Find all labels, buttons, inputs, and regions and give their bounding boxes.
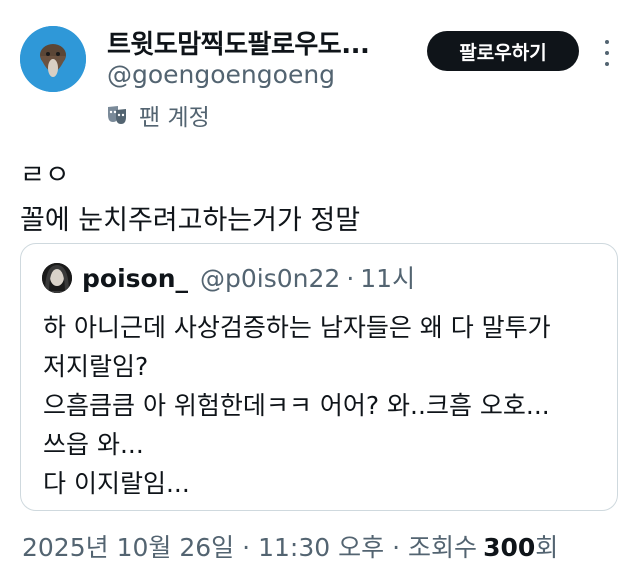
quoted-avatar <box>42 263 72 293</box>
views-label: 조회수 <box>408 533 478 562</box>
more-dot-icon <box>605 40 609 44</box>
quoted-text-line: 저지랄임? <box>43 352 149 381</box>
meta-separator: · <box>392 533 401 562</box>
display-name[interactable]: 트윗도맘찍도팔로우도... <box>107 24 370 61</box>
quoted-text-line: 으흠큼큼 아 위험한데ㅋㅋ 어어? 와..크흠 오호... <box>43 391 550 420</box>
follow-button[interactable]: 팔로우하기 <box>427 31 579 71</box>
quoted-separator: · <box>346 264 355 293</box>
fan-account-badge: 팬 계정 <box>105 98 210 132</box>
user-handle[interactable]: @goengoengoeng <box>107 60 335 89</box>
quoted-display-name: poison_ <box>82 264 188 293</box>
quoted-header: poison_ @p0is0n22 · 11시 <box>82 259 415 295</box>
views-suffix: 회 <box>535 533 559 562</box>
meta-separator: · <box>242 533 251 562</box>
quoted-text-line: 다 이지랄임... <box>43 469 190 498</box>
more-options-icon[interactable] <box>600 40 614 66</box>
tweet-text-line: 꼴에 눈치주려고하는거가 정말 <box>20 205 361 236</box>
quoted-text-line: 쓰읍 와... <box>43 430 144 459</box>
views-count: 300 <box>483 533 536 562</box>
quoted-tweet-card[interactable]: poison_ @p0is0n22 · 11시 하 아니근데 사상검증하는 남자… <box>20 243 618 511</box>
quoted-handle: @p0is0n22 <box>200 264 341 293</box>
more-dot-icon <box>605 62 609 66</box>
post-time[interactable]: 11:30 오후 <box>258 528 384 564</box>
quoted-text-line: 하 아니근데 사상검증하는 남자들은 왜 다 말투가 <box>43 313 551 342</box>
post-date[interactable]: 2025년 10월 26일 <box>22 528 234 564</box>
post-meta: 2025년 10월 26일 · 11:30 오후 · 조회수 300 회 <box>22 528 558 564</box>
avatar-image <box>20 26 86 92</box>
fan-account-label: 팬 계정 <box>139 105 210 131</box>
theater-mask-icon <box>108 106 126 124</box>
quoted-avatar-image <box>42 263 72 293</box>
quoted-timestamp: 11시 <box>360 264 416 293</box>
avatar[interactable] <box>20 26 86 92</box>
tweet-text-line: ㄹㅇ <box>20 160 70 191</box>
more-dot-icon <box>605 51 609 55</box>
